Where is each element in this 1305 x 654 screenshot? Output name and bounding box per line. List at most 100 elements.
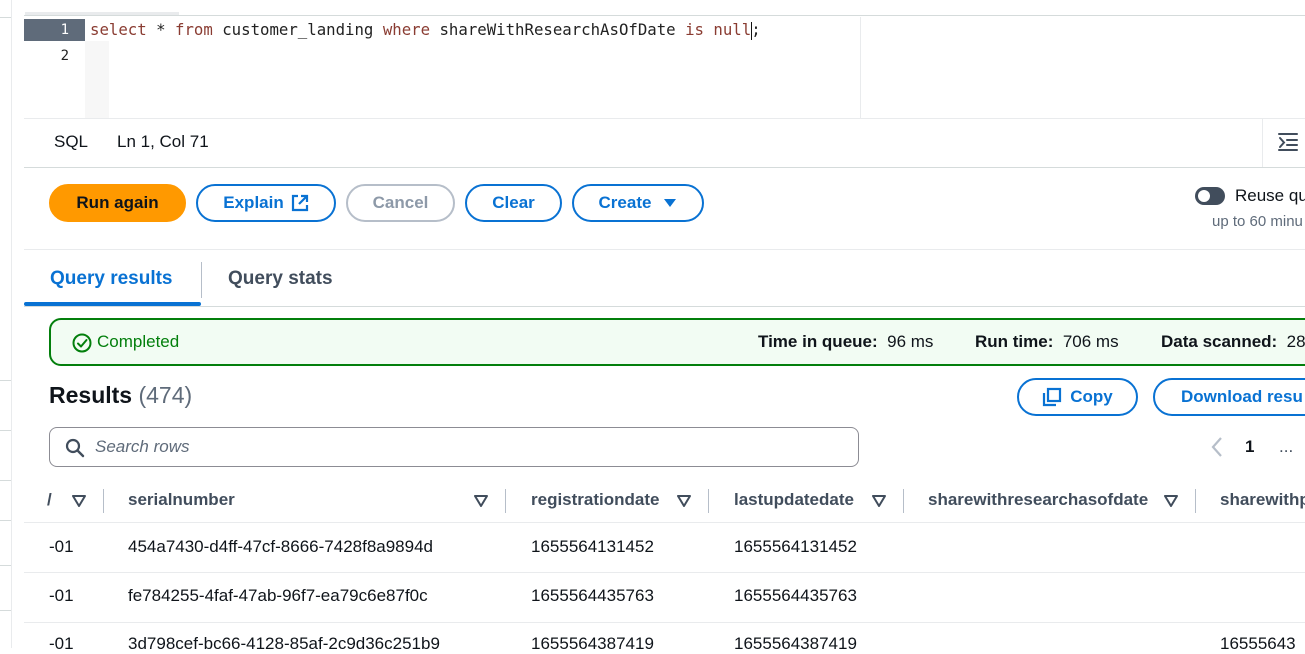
table-cell: 1655564131452 <box>734 537 857 556</box>
create-label: Create <box>598 193 652 212</box>
column-header-partial: / <box>47 490 52 509</box>
table-cell: 16555643 <box>1220 634 1296 653</box>
page-number[interactable]: 1 <box>1245 437 1254 457</box>
results-title: Results <box>49 382 133 408</box>
check-circle-icon <box>72 333 92 358</box>
tab-divider <box>201 262 202 298</box>
sql-token: * <box>146 20 176 39</box>
left-divider <box>0 520 11 521</box>
reuse-results-toggle[interactable] <box>1195 187 1225 205</box>
more-pages: ... <box>1279 437 1294 456</box>
caret-down-icon <box>663 198 677 208</box>
tab-query-stats[interactable]: Query stats <box>228 268 333 290</box>
table-cell: 1655564131452 <box>531 537 654 556</box>
status-banner: Completed Time in queue: 96 ms Run time:… <box>49 318 1305 366</box>
language-label: SQL <box>54 132 89 151</box>
sql-token: customer_landing <box>212 20 383 39</box>
download-results-button[interactable]: Download resu <box>1153 378 1305 416</box>
metric-value: 28 <box>1286 332 1305 351</box>
gutter-padding <box>85 41 109 118</box>
wrap-lines-icon <box>1277 132 1299 157</box>
sql-keyword: is <box>685 20 704 39</box>
sql-keyword: from <box>175 20 213 39</box>
left-divider <box>0 565 11 566</box>
sql-keyword: where <box>382 20 431 39</box>
line-number: 2 <box>60 48 69 64</box>
table-cell: 1655564435763 <box>531 586 654 605</box>
column-resizer[interactable] <box>103 489 104 513</box>
table-cell: -01 <box>49 634 74 653</box>
sort-caret-icon[interactable] <box>1164 494 1178 512</box>
left-divider <box>0 380 11 381</box>
search-rows-input[interactable]: Search rows <box>49 427 859 467</box>
active-tab-indicator <box>24 302 201 306</box>
line-number: 1 <box>24 19 85 41</box>
column-header-lastupdatedate[interactable]: lastupdatedate <box>734 490 854 510</box>
explain-label: Explain <box>223 193 284 212</box>
status-text: Completed <box>97 332 180 351</box>
data-scanned: Data scanned: 28 <box>1161 332 1305 352</box>
copy-button[interactable]: Copy <box>1017 378 1138 416</box>
left-divider <box>0 430 11 431</box>
table-cell: 1655564387419 <box>734 634 857 653</box>
metric-label: Time in queue: <box>758 332 878 351</box>
download-label: Download resu <box>1181 387 1303 406</box>
time-in-queue: Time in queue: 96 ms <box>758 332 933 352</box>
column-header-sharewithp[interactable]: sharewithp <box>1220 490 1305 510</box>
table-cell: -01 <box>49 537 74 556</box>
metric-value: 96 ms <box>887 332 934 351</box>
create-button[interactable]: Create <box>572 184 704 222</box>
search-icon <box>65 438 85 463</box>
metric-value: 706 ms <box>1062 332 1119 351</box>
sql-keyword: null <box>713 20 752 39</box>
toggle-knob <box>1198 190 1210 202</box>
row-divider <box>24 622 1305 623</box>
left-divider <box>0 480 11 481</box>
query-editor[interactable]: 1 2 select * from customer_landing where… <box>24 17 1305 118</box>
previous-page-icon[interactable] <box>1210 436 1224 463</box>
column-header-serialnumber[interactable]: serialnumber <box>128 490 235 510</box>
table-cell: 3d798cef-bc66-4128-85af-2c9d36c251b9 <box>128 634 440 653</box>
copy-label: Copy <box>1070 387 1113 406</box>
copy-icon <box>1042 387 1062 407</box>
metric-label: Data scanned: <box>1161 332 1278 351</box>
search-placeholder: Search rows <box>95 437 190 456</box>
run-time: Run time: 706 ms <box>975 332 1119 352</box>
tab-query-results[interactable]: Query results <box>50 268 173 290</box>
sql-keyword: select <box>90 20 147 39</box>
row-divider <box>24 572 1305 573</box>
header-divider <box>24 522 1305 523</box>
sort-caret-icon[interactable] <box>72 494 86 512</box>
print-margin <box>860 17 861 118</box>
reuse-results-label: Reuse qu <box>1235 186 1305 205</box>
column-resizer[interactable] <box>708 489 709 513</box>
sql-token: ; <box>751 20 761 39</box>
left-panel-edge <box>0 0 12 648</box>
run-again-button[interactable]: Run again <box>49 184 186 222</box>
top-divider <box>24 15 1305 16</box>
run-again-label: Run again <box>76 193 159 212</box>
explain-button[interactable]: Explain <box>196 184 336 222</box>
sort-caret-icon[interactable] <box>474 494 488 512</box>
results-heading: Results (474) <box>49 382 192 409</box>
clear-button[interactable]: Clear <box>465 184 562 222</box>
external-link-icon <box>291 194 309 212</box>
cancel-label: Cancel <box>372 193 429 212</box>
sort-caret-icon[interactable] <box>872 494 886 512</box>
cancel-button[interactable]: Cancel <box>346 184 455 222</box>
code-line-1[interactable]: select * from customer_landing where sha… <box>90 19 761 41</box>
column-header-registrationdate[interactable]: registrationdate <box>531 490 659 510</box>
column-resizer[interactable] <box>505 489 506 513</box>
sort-caret-icon[interactable] <box>677 494 691 512</box>
sql-token: shareWithResearchAsOfDate <box>430 20 686 39</box>
table-cell: 1655564435763 <box>734 586 857 605</box>
clear-label: Clear <box>492 193 535 212</box>
table-cell: 1655564387419 <box>531 634 654 653</box>
wrap-lines-button[interactable] <box>1262 119 1305 167</box>
column-resizer[interactable] <box>903 489 904 513</box>
reuse-results-description: up to 60 minu <box>1212 213 1303 230</box>
column-resizer[interactable] <box>1195 489 1196 513</box>
column-header-sharewithresearchasofdate[interactable]: sharewithresearchasofdate <box>928 490 1148 510</box>
table-cell: -01 <box>49 586 74 605</box>
